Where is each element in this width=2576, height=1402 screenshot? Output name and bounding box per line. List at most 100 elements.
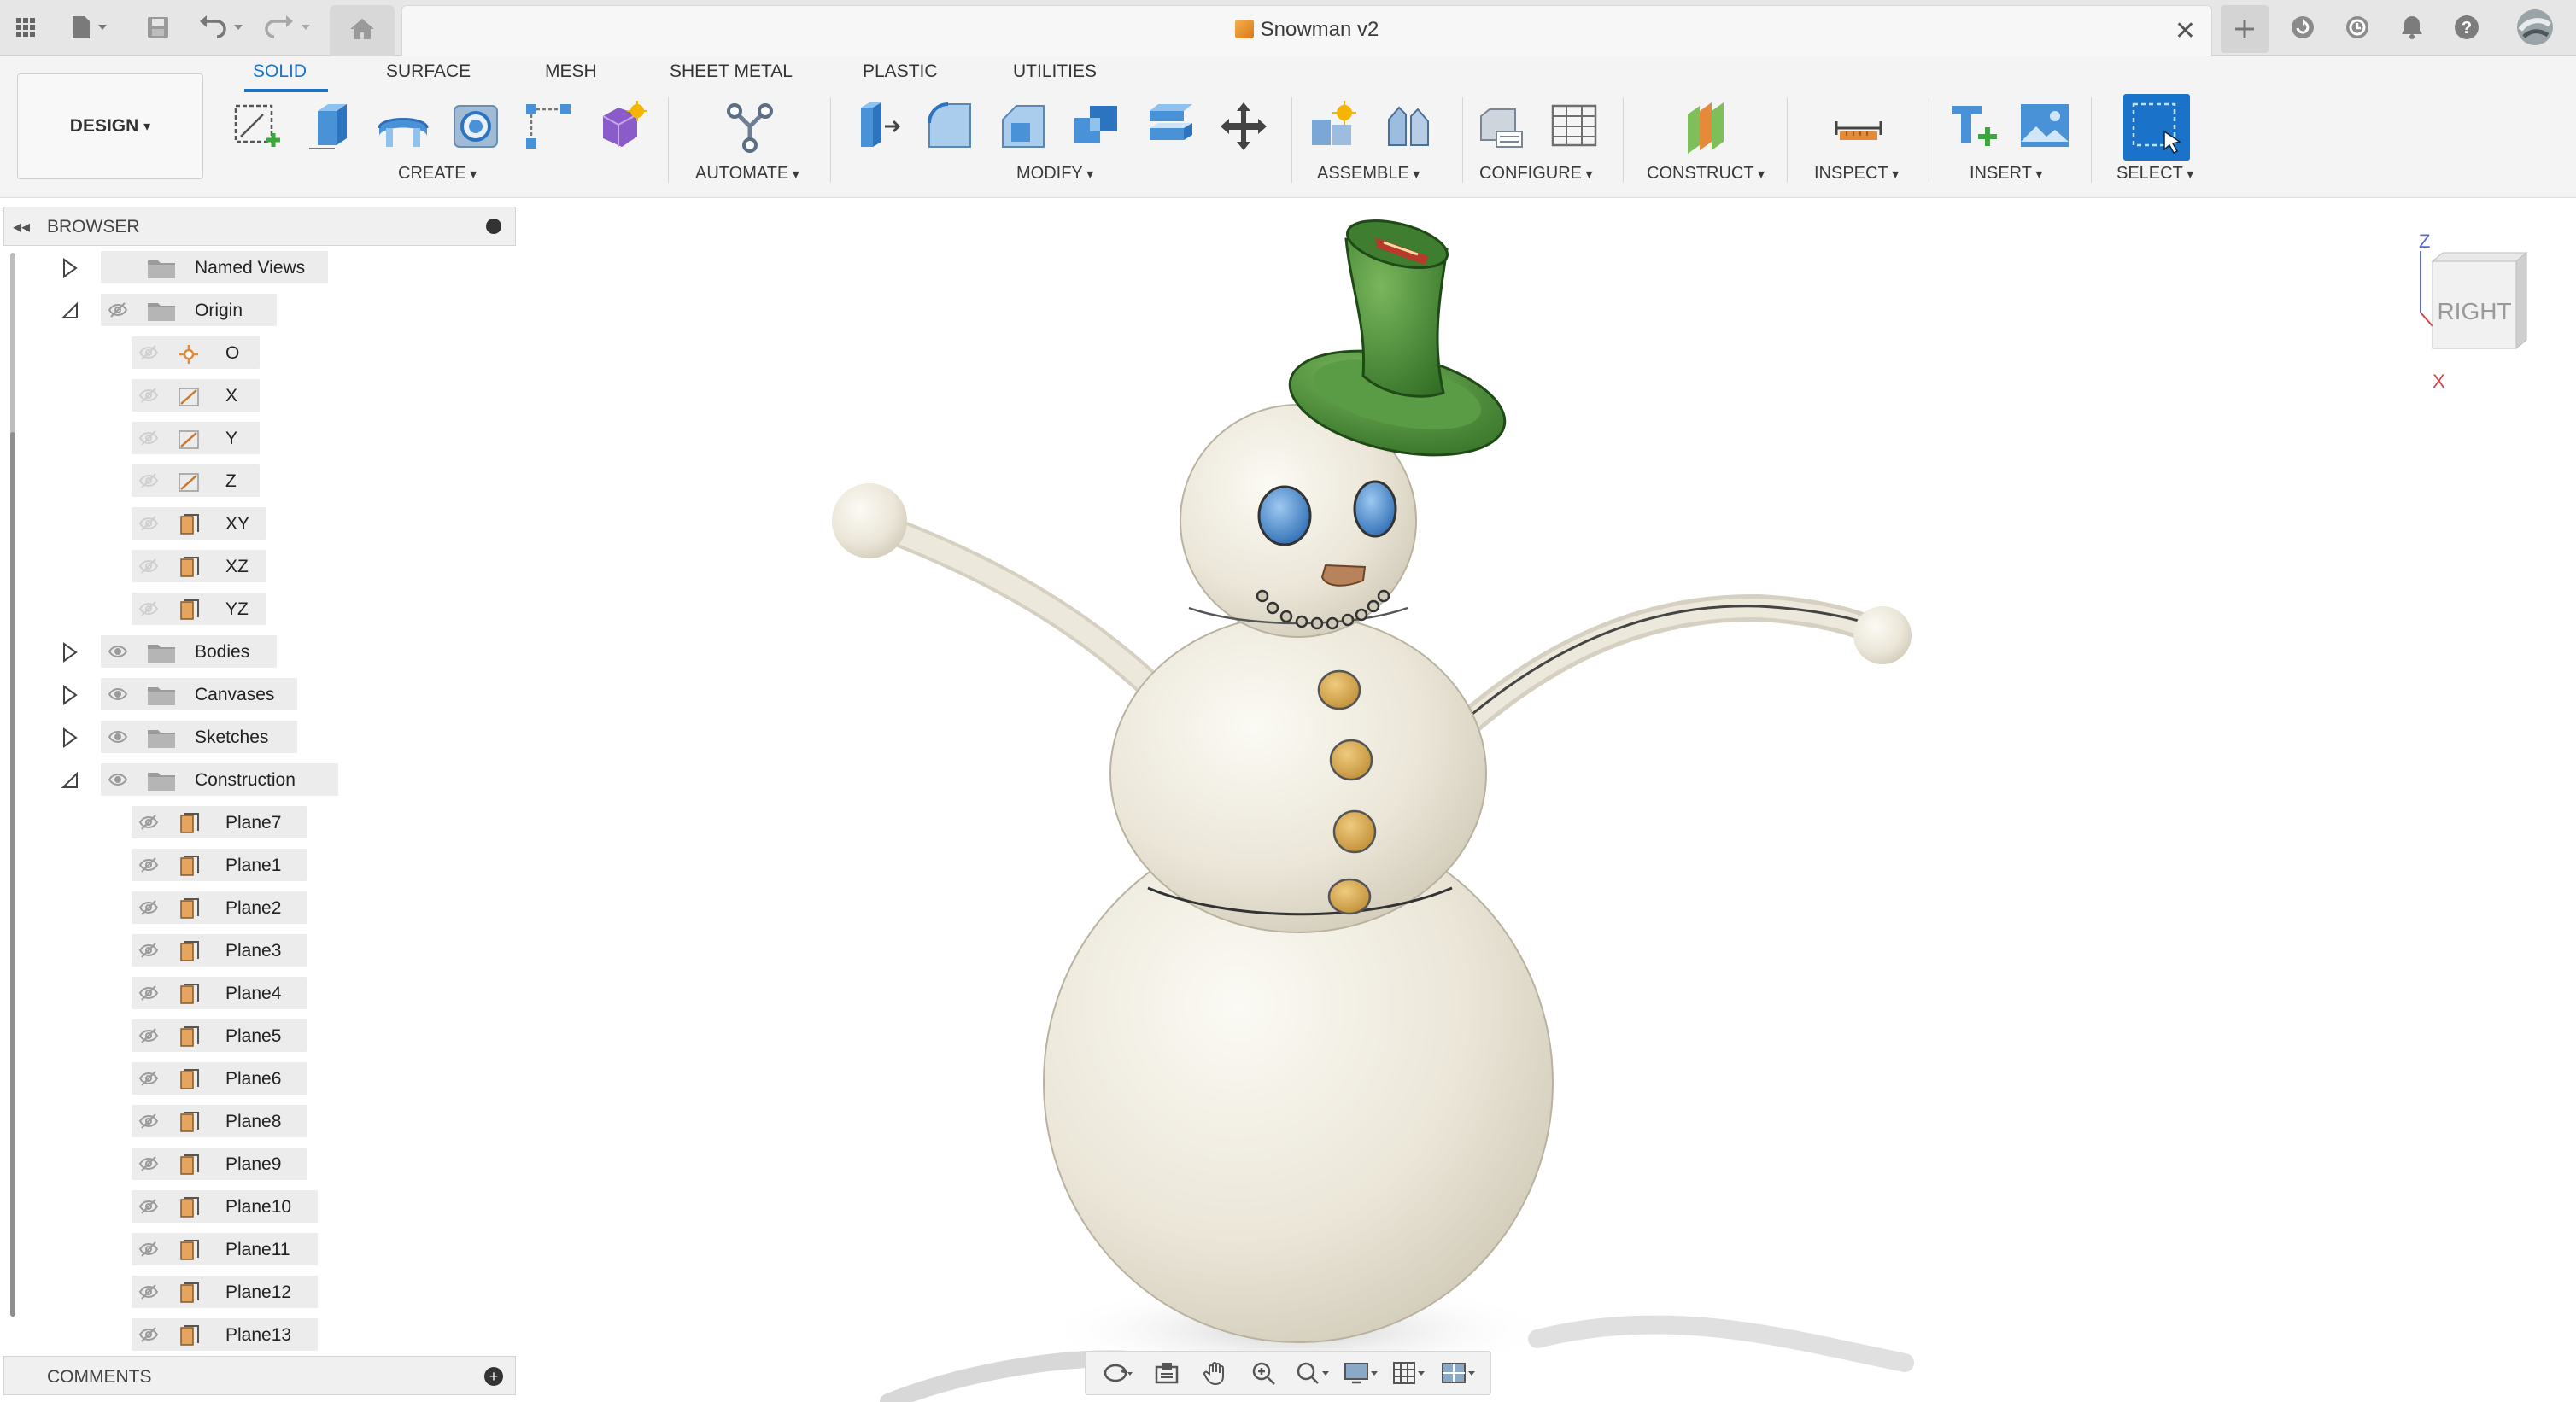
snowman-model[interactable]: [521, 198, 2576, 1402]
undo-icon[interactable]: [193, 7, 251, 48]
left-eye[interactable]: [1257, 485, 1312, 546]
press-pull-icon[interactable]: [846, 96, 907, 157]
visibility-toggle-icon[interactable]: [138, 473, 159, 493]
assemble-menu[interactable]: ASSEMBLE: [1317, 164, 1420, 184]
fit-icon[interactable]: [1293, 1356, 1331, 1390]
tab-plastic[interactable]: PLASTIC: [863, 61, 938, 82]
home-tab[interactable]: [330, 5, 395, 56]
visibility-toggle-icon[interactable]: [138, 1071, 159, 1090]
visibility-toggle-icon[interactable]: [108, 772, 128, 792]
new-tab-icon[interactable]: [2221, 5, 2269, 53]
visibility-toggle-icon[interactable]: [138, 601, 159, 621]
visibility-toggle-icon[interactable]: [108, 686, 128, 706]
add-comment-icon[interactable]: +: [484, 1367, 503, 1386]
insert-derive-icon[interactable]: [1944, 96, 2005, 157]
expanded-triangle-icon[interactable]: [60, 301, 80, 325]
configuration-table-icon[interactable]: [1544, 96, 1606, 157]
visibility-toggle-icon[interactable]: [138, 345, 159, 365]
document-tab[interactable]: Snowman v2 ✕: [401, 5, 2212, 56]
notifications-icon[interactable]: [2392, 7, 2433, 48]
look-at-icon[interactable]: [1148, 1356, 1186, 1390]
create-menu[interactable]: CREATE: [398, 164, 477, 184]
button-4[interactable]: [1327, 878, 1372, 915]
visibility-toggle-icon[interactable]: [138, 815, 159, 834]
zoom-icon[interactable]: [1245, 1356, 1283, 1390]
create-form-icon[interactable]: [591, 96, 653, 157]
right-hand[interactable]: [1853, 606, 1912, 664]
visibility-toggle-icon[interactable]: [108, 729, 128, 749]
browser-scrollbar[interactable]: [10, 253, 15, 1317]
redo-icon[interactable]: [261, 7, 318, 48]
comments-panel-header[interactable]: COMMENTS +: [3, 1356, 516, 1395]
offset-plane-icon[interactable]: [1676, 96, 1737, 157]
button-3[interactable]: [1332, 809, 1377, 854]
tab-sheet-metal[interactable]: SHEET METAL: [670, 61, 793, 82]
display-settings-icon[interactable]: [1342, 1356, 1379, 1390]
rectangular-pattern-icon[interactable]: [518, 96, 579, 157]
visibility-toggle-icon[interactable]: [108, 644, 128, 663]
visibility-toggle-icon[interactable]: [138, 516, 159, 535]
configure-design-icon[interactable]: [1471, 96, 1532, 157]
insert-menu[interactable]: INSERT: [1970, 164, 2042, 184]
visibility-toggle-icon[interactable]: [138, 558, 159, 578]
revolve-icon[interactable]: [372, 96, 434, 157]
expanded-triangle-icon[interactable]: [60, 770, 80, 795]
visibility-toggle-icon[interactable]: [138, 1199, 159, 1218]
collapsed-triangle-icon[interactable]: [60, 685, 80, 710]
collapsed-triangle-icon[interactable]: [60, 258, 80, 283]
configure-menu[interactable]: CONFIGURE: [1479, 164, 1592, 184]
viewcube[interactable]: Z X RIGHT: [2409, 222, 2545, 393]
orbit-icon[interactable]: [1099, 1356, 1137, 1390]
visibility-toggle-icon[interactable]: [138, 1113, 159, 1133]
tab-surface[interactable]: SURFACE: [386, 61, 471, 82]
visibility-toggle-icon[interactable]: [108, 302, 128, 322]
insert-canvas-icon[interactable]: [2014, 96, 2075, 157]
button-2[interactable]: [1329, 739, 1373, 781]
visibility-toggle-icon[interactable]: [138, 1327, 159, 1347]
move-copy-icon[interactable]: [1213, 96, 1274, 157]
viewports-icon[interactable]: [1439, 1356, 1477, 1390]
split-body-icon[interactable]: [1139, 96, 1201, 157]
canvas-viewport[interactable]: [521, 198, 2576, 1402]
select-icon[interactable]: [2123, 94, 2190, 161]
modify-menu[interactable]: MODIFY: [1016, 164, 1093, 184]
apps-grid-icon[interactable]: [9, 7, 43, 48]
collapse-panel-icon[interactable]: ◂◂: [13, 216, 30, 237]
chamfer-icon[interactable]: [992, 96, 1054, 157]
pan-icon[interactable]: [1197, 1356, 1234, 1390]
visibility-toggle-icon[interactable]: [138, 985, 159, 1005]
workspace-switcher[interactable]: DESIGN ▾: [17, 73, 203, 179]
grid-settings-icon[interactable]: [1390, 1356, 1428, 1390]
visibility-toggle-icon[interactable]: [138, 388, 159, 407]
new-component-icon[interactable]: [1303, 96, 1365, 157]
extrude-icon[interactable]: [299, 96, 360, 157]
inspect-menu[interactable]: INSPECT: [1814, 164, 1899, 184]
visibility-toggle-icon[interactable]: [138, 943, 159, 962]
tab-solid[interactable]: SOLID: [253, 61, 307, 82]
construct-menu[interactable]: CONSTRUCT: [1647, 164, 1765, 184]
tab-utilities[interactable]: UTILITIES: [1013, 61, 1097, 82]
file-icon[interactable]: [61, 7, 116, 48]
visibility-toggle-icon[interactable]: [138, 430, 159, 450]
visibility-toggle-icon[interactable]: [138, 1284, 159, 1304]
pin-panel-icon[interactable]: [486, 219, 501, 234]
user-avatar-icon[interactable]: [2511, 7, 2559, 48]
right-eye[interactable]: [1353, 480, 1397, 538]
automate-menu[interactable]: AUTOMATE: [695, 164, 799, 184]
button-1[interactable]: [1317, 669, 1361, 710]
automate-icon[interactable]: [719, 96, 781, 157]
close-tab-icon[interactable]: ✕: [2175, 16, 2196, 46]
scrollbar-thumb[interactable]: [10, 432, 15, 1317]
save-icon[interactable]: [140, 7, 176, 48]
joint-icon[interactable]: [1377, 96, 1438, 157]
collapsed-triangle-icon[interactable]: [60, 642, 80, 667]
extensions-icon[interactable]: [2282, 7, 2323, 48]
tab-mesh[interactable]: MESH: [545, 61, 597, 82]
left-hand[interactable]: [832, 483, 907, 558]
collapsed-triangle-icon[interactable]: [60, 727, 80, 752]
visibility-toggle-icon[interactable]: [138, 900, 159, 920]
hole-icon[interactable]: [446, 96, 507, 157]
carrot-nose[interactable]: [1320, 564, 1367, 587]
select-menu[interactable]: SELECT: [2116, 164, 2193, 184]
measure-icon[interactable]: [1828, 96, 1889, 157]
